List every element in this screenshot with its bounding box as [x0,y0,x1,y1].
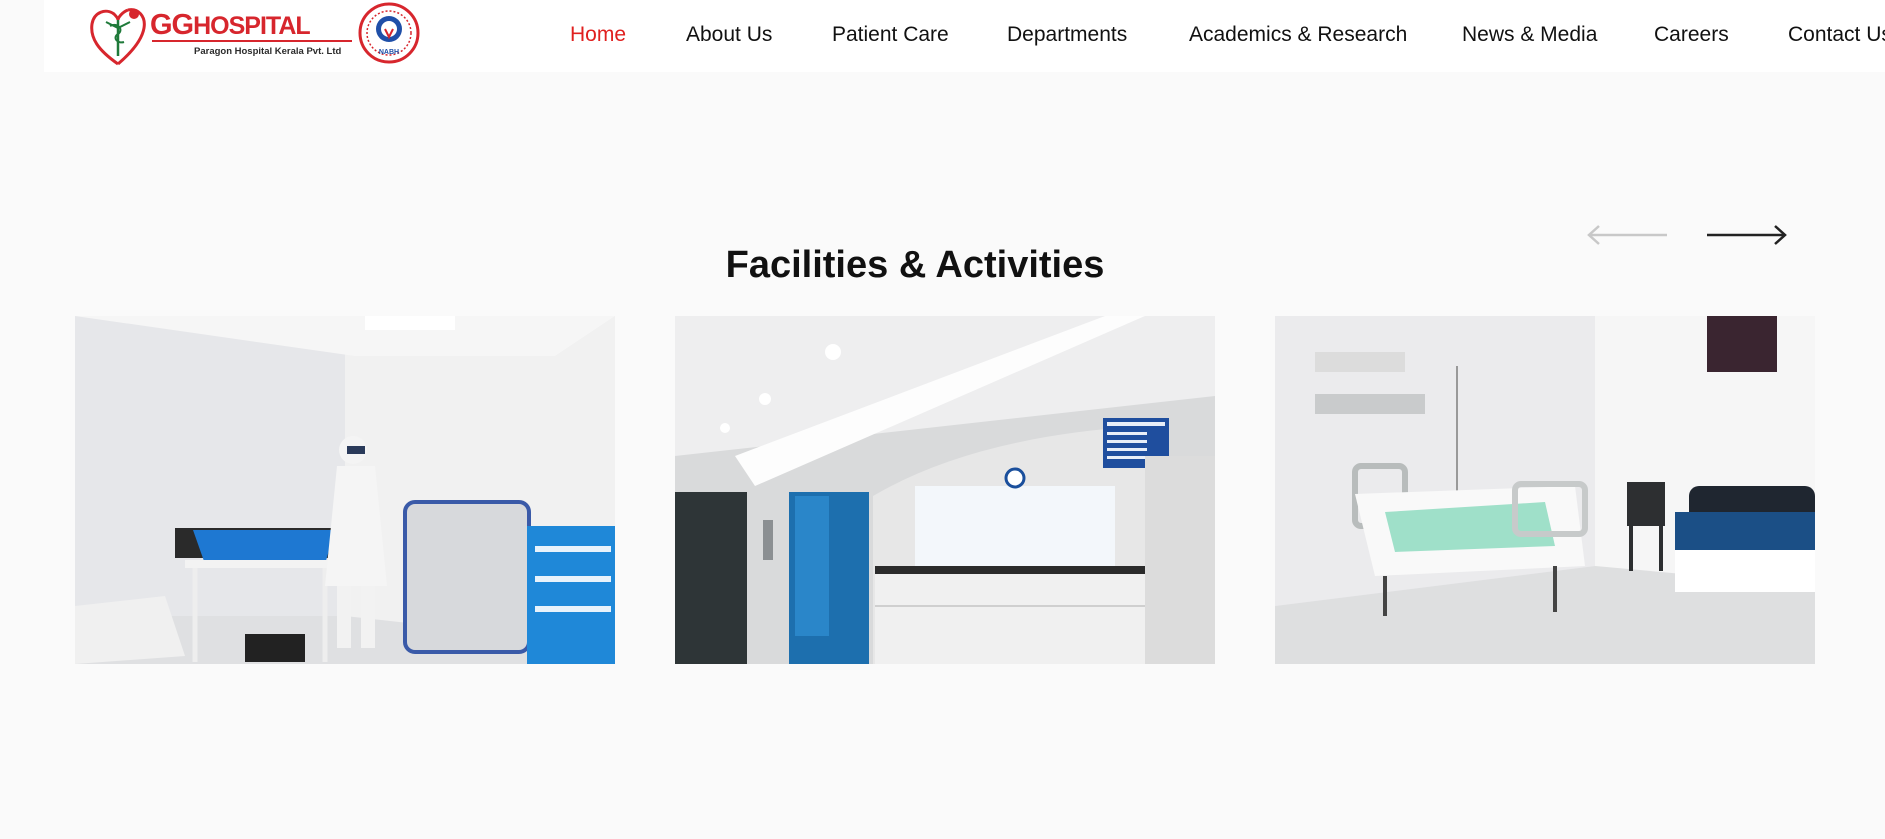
arrow-right-icon[interactable] [1703,220,1789,250]
main-nav: Home About Us Patient Care Departments A… [44,0,1885,72]
facility-card[interactable] [675,316,1215,664]
reception-desk-photo [675,316,1215,664]
facility-card[interactable] [75,316,615,664]
nav-item-patient-care[interactable]: Patient Care [832,23,949,47]
section-title: Facilities & Activities [725,243,1105,286]
patient-ward-photo [1275,316,1815,664]
facility-card[interactable] [1275,316,1815,664]
nav-item-careers[interactable]: Careers [1654,23,1729,47]
nav-item-departments[interactable]: Departments [1007,23,1127,47]
nav-item-about-us[interactable]: About Us [686,23,772,47]
examination-room-photo [75,316,615,664]
nav-item-news-media[interactable]: News & Media [1462,23,1597,47]
nav-item-academics-research[interactable]: Academics & Research [1189,23,1407,47]
nav-item-contact-us[interactable]: Contact Us [1788,23,1885,47]
nav-item-home[interactable]: Home [570,23,626,47]
site-header: GGHOSPITAL Paragon Hospital Kerala Pvt. … [44,0,1885,72]
arrow-left-icon[interactable] [1585,220,1671,250]
